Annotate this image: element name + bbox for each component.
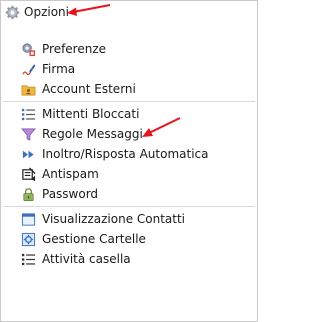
menu-item-label: Inoltro/Risposta Automatica <box>42 147 209 161</box>
menu-item-visualizzazione-contatti[interactable]: Visualizzazione Contatti <box>1 209 257 229</box>
menu-item-antispam[interactable]: Antispam <box>1 164 257 184</box>
menu-item-firma[interactable]: Firma <box>1 59 257 79</box>
menu-item-account-esterni[interactable]: Account Esterni <box>1 79 257 99</box>
menu-item-password[interactable]: Password <box>1 184 257 204</box>
filter-icon <box>21 127 36 142</box>
folder-account-icon <box>21 82 36 97</box>
menu-item-label: Antispam <box>42 167 99 181</box>
contacts-view-icon <box>21 212 36 227</box>
menu-item-inoltro-risposta[interactable]: Inoltro/Risposta Automatica <box>1 144 257 164</box>
menu-item-label: Gestione Cartelle <box>42 232 146 246</box>
folders-icon <box>21 232 36 247</box>
preferences-icon <box>21 42 36 57</box>
options-menu-panel: Opzioni Preferenze Firma Account Esterni… <box>0 0 258 322</box>
menu-item-label: Password <box>42 187 99 201</box>
menu-item-label: Mittenti Bloccati <box>42 107 140 121</box>
menu-separator <box>3 206 255 207</box>
menu-item-label: Attività casella <box>42 252 131 266</box>
options-title: Opzioni <box>24 5 69 19</box>
menu-item-label: Preferenze <box>42 42 107 56</box>
forward-icon <box>21 147 36 162</box>
menu-item-regole-messaggi[interactable]: Regole Messaggi <box>1 124 257 144</box>
menu-item-label: Account Esterni <box>42 82 136 96</box>
menu-item-label: Firma <box>42 62 76 76</box>
menu-item-label: Regole Messaggi <box>42 127 143 141</box>
blocked-list-icon <box>21 107 36 122</box>
signature-icon <box>21 62 36 77</box>
gear-icon <box>5 5 20 20</box>
menu-item-preferenze[interactable]: Preferenze <box>1 39 257 59</box>
options-menu: Preferenze Firma Account Esterni Mittent… <box>1 39 257 269</box>
menu-item-label: Visualizzazione Contatti <box>42 212 186 226</box>
options-header[interactable]: Opzioni <box>5 3 69 21</box>
activity-list-icon <box>21 252 36 267</box>
menu-separator <box>3 101 255 102</box>
lock-icon <box>21 187 36 202</box>
menu-item-mittenti-bloccati[interactable]: Mittenti Bloccati <box>1 104 257 124</box>
antispam-icon <box>21 166 36 182</box>
menu-item-gestione-cartelle[interactable]: Gestione Cartelle <box>1 229 257 249</box>
menu-item-attivita-casella[interactable]: Attività casella <box>1 249 257 269</box>
